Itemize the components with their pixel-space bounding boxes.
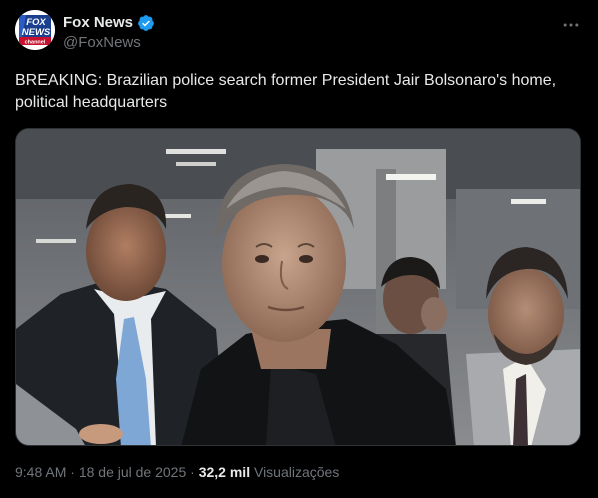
more-options-icon xyxy=(563,23,579,27)
post-media-photo[interactable] xyxy=(15,128,581,446)
more-options-button[interactable] xyxy=(556,11,586,39)
post-text: BREAKING: Brazilian police search former… xyxy=(15,72,557,111)
post-metadata: 9:48 AM · 18 de jul de 2025 · 32,2 mil V… xyxy=(15,462,339,482)
photo-image xyxy=(16,129,580,445)
verified-badge-icon xyxy=(137,14,155,32)
author-name-row: Fox News xyxy=(63,13,155,33)
post-card: FOX NEWS channel Fox News @FoxNews BREAK… xyxy=(0,0,598,498)
meta-separator: · xyxy=(70,464,75,480)
author-display-name[interactable]: Fox News xyxy=(63,13,133,33)
svg-text:NEWS: NEWS xyxy=(22,27,51,38)
views-label: Visualizações xyxy=(253,464,340,480)
views-count: 32,2 mil xyxy=(198,464,251,480)
avatar[interactable]: FOX NEWS channel xyxy=(15,10,55,50)
author-handle[interactable]: @FoxNews xyxy=(63,34,141,52)
post-date[interactable]: 18 de jul de 2025 xyxy=(79,464,186,480)
svg-text:channel: channel xyxy=(25,40,46,46)
meta-separator-2: · xyxy=(190,464,195,480)
post-time[interactable]: 9:48 AM xyxy=(15,464,66,480)
fox-news-logo: FOX NEWS channel xyxy=(15,10,55,50)
